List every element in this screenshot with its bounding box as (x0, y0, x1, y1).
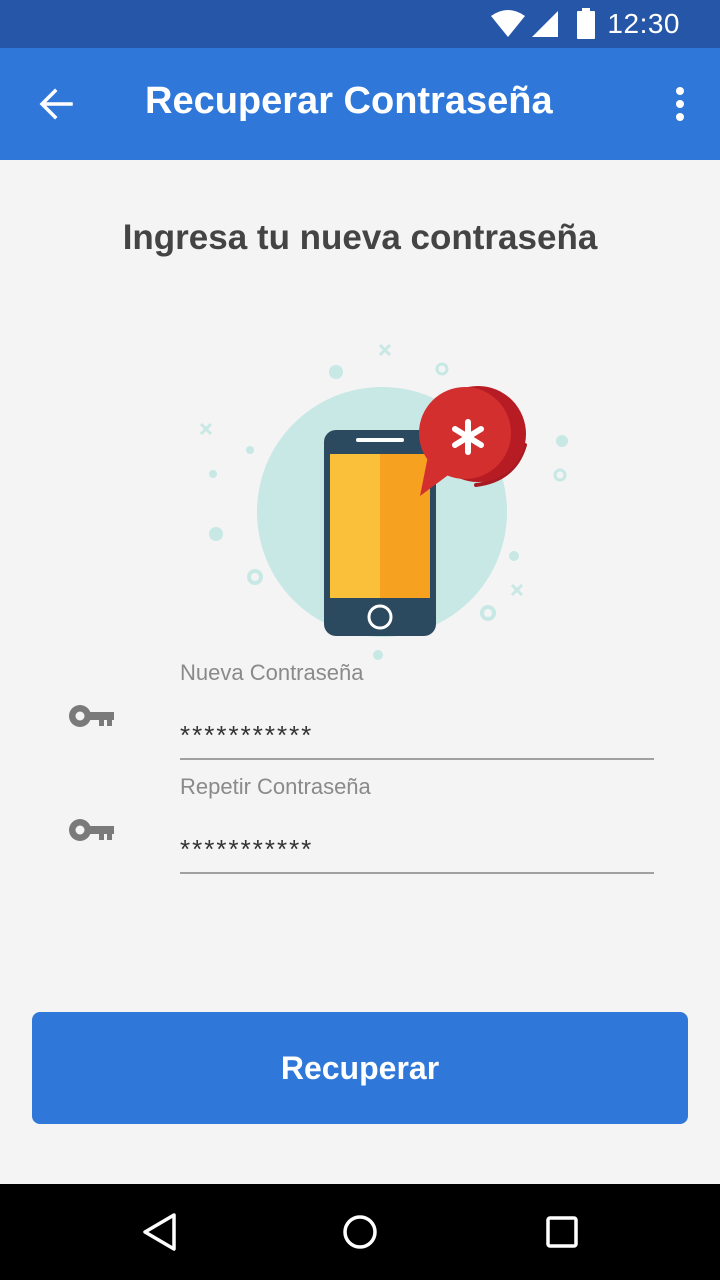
instruction-heading: Ingresa tu nueva contraseña (122, 218, 598, 257)
nav-recents-button[interactable] (538, 1208, 586, 1256)
new-password-label: Nueva Contraseña (180, 660, 364, 685)
new-password-field[interactable] (180, 712, 654, 760)
back-button[interactable] (28, 76, 84, 132)
battery-icon (577, 8, 595, 39)
nav-back-button[interactable] (136, 1208, 184, 1256)
page-title: Recuperar Contraseña (145, 80, 553, 122)
arrow-back-icon (39, 88, 73, 120)
overflow-menu-button[interactable] (660, 80, 700, 128)
key-icon (69, 819, 114, 841)
more-vert-icon (676, 87, 684, 121)
status-bar: 12:30 (0, 0, 720, 48)
recents-square-icon (546, 1216, 578, 1248)
status-time: 12:30 (607, 8, 680, 39)
wifi-icon (491, 10, 525, 37)
back-triangle-icon (143, 1213, 176, 1251)
key-icon (69, 705, 114, 727)
signal-icon (532, 11, 558, 37)
home-circle-icon (343, 1215, 377, 1249)
nav-home-button[interactable] (336, 1208, 384, 1256)
app-bar: Recuperar Contraseña (0, 48, 720, 160)
phone-password-illustration (199, 343, 568, 660)
recover-button[interactable]: Recuperar (32, 1012, 688, 1124)
repeat-password-label: Repetir Contraseña (180, 774, 371, 799)
system-nav-bar (0, 1184, 720, 1280)
repeat-password-field[interactable] (180, 826, 654, 874)
